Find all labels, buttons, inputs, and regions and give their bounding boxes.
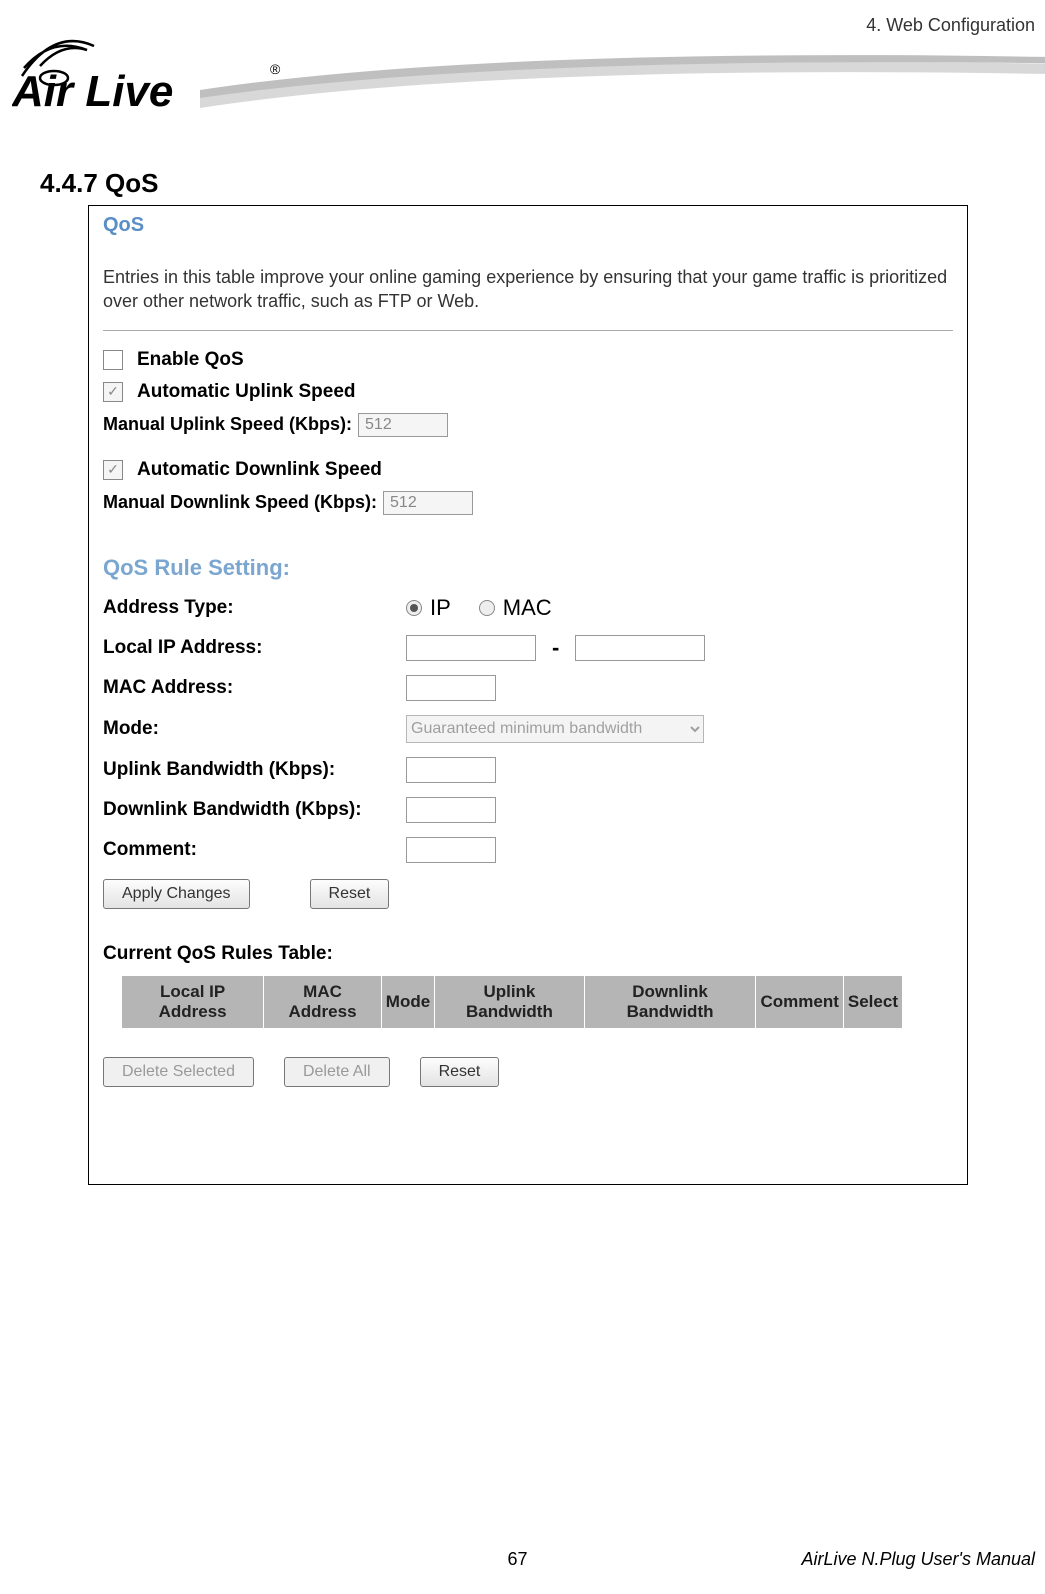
uplink-bw-label: Uplink Bandwidth (Kbps): (103, 759, 406, 781)
address-type-label: Address Type: (103, 597, 406, 619)
th-select: Select (843, 975, 902, 1028)
section-heading: 4.4.7 QoS (40, 168, 159, 199)
auto-downlink-label: Automatic Downlink Speed (137, 459, 382, 481)
mac-radio-label: MAC (503, 595, 552, 621)
uplink-bw-input[interactable] (406, 757, 496, 783)
th-comment: Comment (756, 975, 843, 1028)
delete-selected-button[interactable]: Delete Selected (103, 1057, 254, 1087)
ip-dash: - (552, 635, 559, 661)
table-title: Current QoS Rules Table: (103, 943, 953, 965)
th-mac: MAC Address (264, 975, 382, 1028)
th-mode: Mode (381, 975, 434, 1028)
downlink-bw-input[interactable] (406, 797, 496, 823)
th-local-ip: Local IP Address (122, 975, 264, 1028)
qos-rules-table: Local IP Address MAC Address Mode Uplink… (121, 975, 903, 1029)
auto-downlink-checkbox[interactable]: ✓ (103, 460, 123, 480)
ip-radio-label: IP (430, 595, 451, 621)
manual-uplink-label: Manual Uplink Speed (Kbps): (103, 414, 352, 435)
qos-screenshot: QoS Entries in this table improve your o… (88, 205, 968, 1185)
page-footer: 67 AirLive N.Plug User's Manual (0, 1549, 1035, 1570)
mac-radio[interactable] (479, 600, 495, 616)
intro-text: Entries in this table improve your onlin… (103, 265, 953, 314)
divider (103, 330, 953, 331)
mode-select[interactable]: Guaranteed minimum bandwidth (406, 715, 704, 743)
mac-address-label: MAC Address: (103, 677, 406, 699)
th-uplink: Uplink Bandwidth (435, 975, 584, 1028)
apply-changes-button[interactable]: Apply Changes (103, 879, 250, 909)
th-downlink: Downlink Bandwidth (584, 975, 756, 1028)
panel-title: QoS (103, 214, 953, 237)
manual-title: AirLive N.Plug User's Manual (801, 1549, 1035, 1570)
rule-heading: QoS Rule Setting: (103, 555, 953, 581)
breadcrumb: 4. Web Configuration (866, 15, 1035, 36)
enable-qos-label: Enable QoS (137, 349, 244, 371)
svg-text:Air Live: Air Live (12, 67, 173, 116)
delete-all-button[interactable]: Delete All (284, 1057, 390, 1087)
reset-button[interactable]: Reset (310, 879, 390, 909)
manual-uplink-input[interactable] (358, 413, 448, 437)
comment-input[interactable] (406, 837, 496, 863)
comment-label: Comment: (103, 839, 406, 861)
mode-label: Mode: (103, 718, 406, 740)
ip-radio[interactable] (406, 600, 422, 616)
local-ip-label: Local IP Address: (103, 637, 406, 659)
reset2-button[interactable]: Reset (420, 1057, 500, 1087)
auto-uplink-checkbox[interactable]: ✓ (103, 382, 123, 402)
mac-address-input[interactable] (406, 675, 496, 701)
downlink-bw-label: Downlink Bandwidth (Kbps): (103, 799, 406, 821)
manual-downlink-input[interactable] (383, 491, 473, 515)
page-number: 67 (507, 1549, 527, 1570)
manual-downlink-label: Manual Downlink Speed (Kbps): (103, 492, 377, 513)
auto-uplink-label: Automatic Uplink Speed (137, 381, 356, 403)
local-ip-end-input[interactable] (575, 635, 705, 661)
local-ip-start-input[interactable] (406, 635, 536, 661)
enable-qos-checkbox[interactable]: ✓ (103, 350, 123, 370)
header-swoosh (200, 50, 1045, 110)
